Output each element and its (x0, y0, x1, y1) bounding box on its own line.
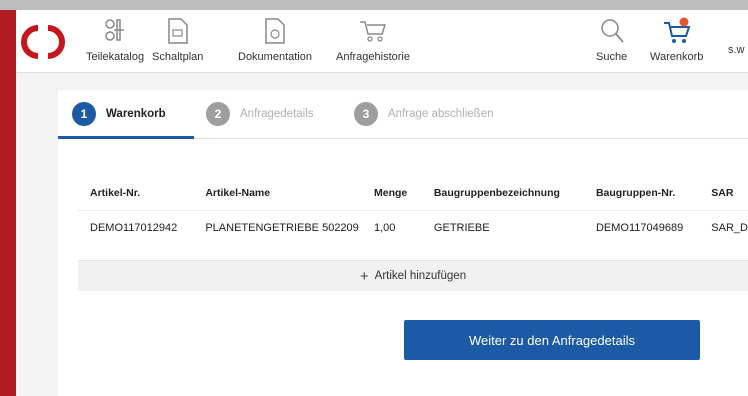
cell-sar: SAR_D (699, 210, 748, 245)
request-history-icon (358, 16, 388, 46)
nav-label: Suche (596, 51, 628, 63)
search-icon (597, 16, 627, 46)
user-label: s.w (728, 44, 745, 56)
brand-logo[interactable] (20, 24, 68, 60)
add-article-label: Artikel hinzufügen (374, 270, 467, 282)
documentation-icon (260, 16, 290, 46)
table-header-row: Artikel-Nr. Artikel-Name Menge Baugruppe… (78, 176, 748, 211)
cart-panel: 1 Warenkorb 2 Anfragedetails 3 Anfrage a… (58, 90, 748, 396)
column-header[interactable]: Baugruppen-Nr. (584, 176, 699, 211)
wiring-diagram-icon (163, 16, 193, 46)
cell-artikel-name: PLANETENGETRIEBE 502209 (193, 210, 362, 245)
step-anfrage-abschliessen[interactable]: 3 Anfrage abschließen (354, 102, 493, 126)
step-label: Anfragedetails (240, 108, 314, 120)
continue-to-request-details-button[interactable]: Weiter zu den Anfragedetails (404, 320, 700, 360)
cell-menge: 1,00 (362, 210, 422, 245)
nav-warenkorb[interactable]: Warenkorb (650, 16, 703, 63)
nav-label: Warenkorb (650, 51, 704, 63)
column-header[interactable]: SAR (699, 176, 748, 211)
step-anfragedetails[interactable]: 2 Anfragedetails (206, 102, 314, 126)
cell-artikel-nr: DEMO117012942 (78, 210, 194, 245)
column-header[interactable]: Artikel-Name (193, 176, 362, 211)
cell-baugruppen-nr: DEMO117049689 (583, 210, 700, 245)
top-navigation: Teilekatalog Schaltplan Dokumentation An… (16, 10, 748, 73)
step-label: Anfrage abschließen (388, 108, 494, 120)
plus-icon: + (359, 267, 369, 285)
progress-steps: 1 Warenkorb 2 Anfragedetails 3 Anfrage a… (58, 90, 748, 139)
nav-anfragehistorie[interactable]: Anfragehistorie (336, 16, 410, 63)
nav-schaltplan[interactable]: Schaltplan (152, 16, 203, 63)
nav-suche[interactable]: Suche (596, 16, 627, 63)
photo-frame-top (0, 0, 748, 10)
step-number: 1 (72, 102, 96, 126)
column-header[interactable]: Baugruppenbezeichnung (422, 176, 584, 211)
user-menu[interactable]: s.w (728, 39, 745, 56)
cell-baugruppenbezeichnung: GETRIEBE (421, 210, 584, 245)
step-warenkorb[interactable]: 1 Warenkorb (72, 102, 166, 126)
parts-catalog-icon (100, 16, 130, 46)
step-number: 2 (206, 102, 230, 126)
nav-dokumentation[interactable]: Dokumentation (238, 16, 312, 63)
nav-label: Schaltplan (152, 51, 204, 63)
brand-stripe (0, 10, 16, 396)
shopping-cart-icon (662, 16, 692, 46)
column-header[interactable]: Artikel-Nr. (78, 176, 193, 211)
app-screen: Teilekatalog Schaltplan Dokumentation An… (16, 10, 748, 396)
add-article-button[interactable]: + Artikel hinzufügen (78, 260, 748, 291)
cart-table: Artikel-Nr. Artikel-Name Menge Baugruppe… (78, 176, 748, 245)
column-header[interactable]: Menge (362, 176, 422, 211)
step-label: Warenkorb (106, 108, 166, 120)
table-row[interactable]: DEMO117012942 PLANETENGETRIEBE 502209 1,… (78, 210, 748, 245)
active-step-indicator (58, 136, 194, 139)
nav-label: Dokumentation (238, 51, 312, 63)
nav-label: Anfragehistorie (336, 51, 410, 63)
nav-teilekatalog[interactable]: Teilekatalog (86, 16, 144, 63)
nav-label: Teilekatalog (86, 51, 145, 63)
step-number: 3 (354, 102, 378, 126)
